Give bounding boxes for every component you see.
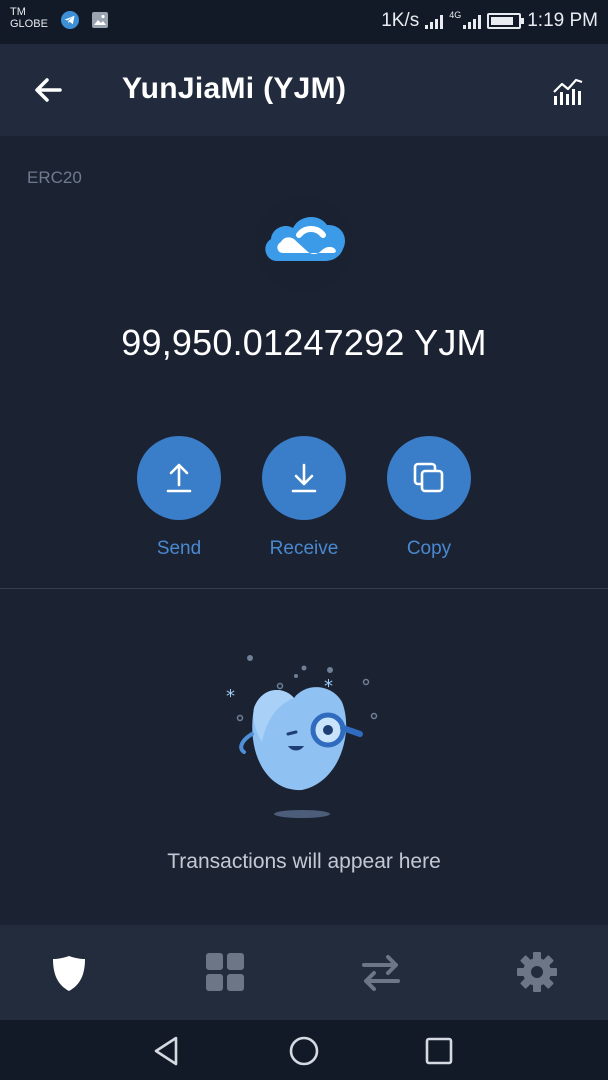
carrier-line-1: TM bbox=[10, 6, 26, 18]
app-bar: YunJiaMi (YJM) bbox=[0, 44, 608, 136]
nav-back-icon[interactable] bbox=[150, 1034, 184, 1068]
cell-signal-icon bbox=[463, 13, 482, 29]
send-label: Send bbox=[156, 538, 202, 559]
upload-arrow-icon bbox=[166, 463, 192, 493]
battery-icon bbox=[487, 13, 525, 29]
section-divider bbox=[0, 588, 608, 589]
carrier-label: TM GLOBE bbox=[10, 6, 48, 30]
shield-icon[interactable] bbox=[46, 949, 92, 995]
copy-button[interactable]: Copy bbox=[364, 436, 494, 560]
action-row: Send Receive Copy bbox=[0, 436, 608, 566]
battery-fill bbox=[491, 17, 514, 25]
arrow-left-icon[interactable] bbox=[28, 70, 68, 110]
nav-recents-icon[interactable] bbox=[422, 1034, 456, 1068]
net-speed: 1K/s bbox=[381, 10, 420, 31]
cloud-logo-icon bbox=[265, 217, 346, 261]
token-balance: 99,950.01247292 YJM bbox=[121, 322, 487, 363]
copy-circle[interactable] bbox=[387, 436, 471, 520]
download-arrow-icon bbox=[291, 463, 317, 493]
empty-state-message: Transactions will appear here bbox=[167, 850, 441, 873]
system-nav-bar bbox=[0, 1020, 608, 1080]
bottom-tab-bar bbox=[0, 925, 608, 1020]
gallery-icon bbox=[92, 12, 108, 28]
receive-button[interactable]: Receive bbox=[239, 436, 369, 560]
receive-circle[interactable] bbox=[262, 436, 346, 520]
send-button[interactable]: Send bbox=[114, 436, 244, 560]
status-bar: TM GLOBE 1K/s 4G 1:19 PM bbox=[0, 0, 608, 44]
market-chart-icon[interactable] bbox=[550, 72, 586, 108]
carrier-line-2: GLOBE bbox=[10, 18, 48, 30]
network-type: 4G bbox=[449, 9, 462, 20]
swap-arrows-icon[interactable] bbox=[358, 949, 404, 995]
grid-icon[interactable] bbox=[202, 949, 248, 995]
copy-icon bbox=[413, 462, 444, 493]
token-logo bbox=[255, 195, 353, 293]
svg-text:*: * bbox=[226, 686, 235, 707]
copy-label: Copy bbox=[406, 538, 452, 559]
clock: 1:19 PM bbox=[527, 10, 598, 31]
receive-label: Receive bbox=[269, 538, 339, 559]
telegram-icon bbox=[61, 11, 79, 29]
wifi-signal-icon bbox=[425, 13, 444, 29]
network-label: ERC20 bbox=[27, 168, 82, 187]
magnifier-mascot-icon: * * bbox=[226, 655, 378, 818]
page-title: YunJiaMi (YJM) bbox=[122, 72, 347, 105]
send-circle[interactable] bbox=[137, 436, 221, 520]
gear-icon[interactable] bbox=[514, 949, 560, 995]
nav-home-icon[interactable] bbox=[287, 1034, 321, 1068]
